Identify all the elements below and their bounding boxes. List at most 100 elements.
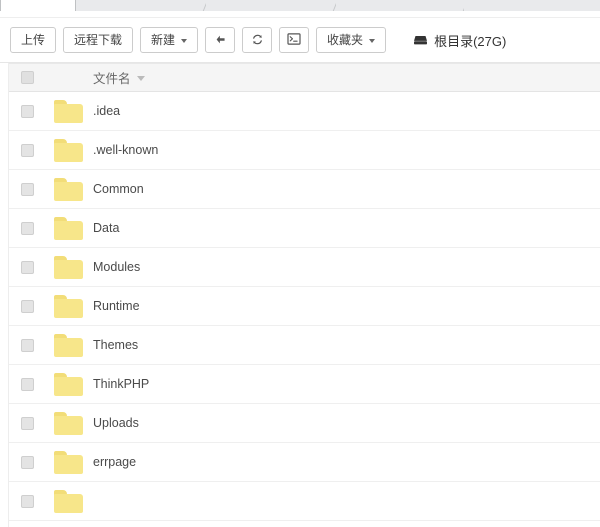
browser-tab-inactive-1[interactable] <box>76 0 206 11</box>
browser-tab-strip <box>0 0 600 11</box>
row-checkbox[interactable] <box>20 455 34 469</box>
table-row[interactable]: Data <box>9 209 600 248</box>
file-name-link[interactable]: errpage <box>93 455 136 469</box>
row-select-cell <box>9 104 45 118</box>
row-icon-cell <box>45 294 91 318</box>
row-icon-cell <box>45 411 91 435</box>
browser-tab-strip-filler <box>464 0 600 11</box>
table-row[interactable]: Modules <box>9 248 600 287</box>
table-row[interactable]: Runtime <box>9 287 600 326</box>
row-name-cell: Common <box>91 182 600 196</box>
favorites-button[interactable]: 收藏夹 <box>316 27 387 53</box>
row-checkbox[interactable] <box>20 143 34 157</box>
browser-tab-list <box>0 0 466 11</box>
row-select-cell <box>9 221 45 235</box>
row-icon-cell <box>45 450 91 474</box>
folder-icon <box>53 333 83 357</box>
row-name-cell: Uploads <box>91 416 600 430</box>
folder-icon <box>53 177 83 201</box>
caret-down-icon[interactable] <box>136 76 145 81</box>
file-name-link[interactable]: Data <box>93 221 119 235</box>
row-checkbox[interactable] <box>20 416 34 430</box>
file-name-link[interactable]: ThinkPHP <box>93 377 149 391</box>
row-name-cell: ThinkPHP <box>91 377 600 391</box>
table-row[interactable]: .idea <box>9 92 600 131</box>
file-name-link[interactable]: Themes <box>93 338 138 352</box>
row-checkbox[interactable] <box>20 221 34 235</box>
browser-tab-inactive-2[interactable] <box>206 0 336 11</box>
hard-disk-icon <box>413 34 428 47</box>
row-select-cell <box>9 260 45 274</box>
chevron-down-icon <box>369 39 376 43</box>
back-button[interactable] <box>205 27 236 53</box>
browser-tab-inactive-3[interactable] <box>336 0 466 11</box>
file-list-rows: .idea .well-known Common Data Modules Ru… <box>9 92 600 521</box>
row-select-cell <box>9 299 45 313</box>
row-checkbox[interactable] <box>20 299 34 313</box>
row-icon-cell <box>45 372 91 396</box>
table-row[interactable]: Uploads <box>9 404 600 443</box>
row-name-cell: Modules <box>91 260 600 274</box>
folder-icon <box>53 372 83 396</box>
new-button[interactable]: 新建 <box>140 27 199 53</box>
table-row[interactable]: .well-known <box>9 131 600 170</box>
browser-tab-active[interactable] <box>0 0 76 11</box>
row-name-cell: errpage <box>91 455 600 469</box>
row-select-cell <box>9 143 45 157</box>
terminal-icon <box>287 33 301 47</box>
row-select-cell <box>9 338 45 352</box>
row-name-cell: .idea <box>91 104 600 118</box>
remote-download-button-label: 远程下载 <box>74 33 123 47</box>
file-manager-toolbar: 上传 远程下载 新建 收藏夹 根目录(27G) <box>0 18 600 63</box>
new-button-label: 新建 <box>151 33 176 47</box>
table-row-partial[interactable] <box>9 482 600 521</box>
row-checkbox[interactable] <box>20 494 34 508</box>
row-select-cell <box>9 455 45 469</box>
file-name-link[interactable]: .well-known <box>93 143 158 157</box>
chevron-down-icon <box>181 39 188 43</box>
root-directory-indicator[interactable]: 根目录(27G) <box>413 31 506 50</box>
folder-icon <box>53 450 83 474</box>
row-icon-cell <box>45 99 91 123</box>
select-all-cell <box>9 71 45 84</box>
file-name-link[interactable]: Modules <box>93 260 140 274</box>
table-row[interactable]: Themes <box>9 326 600 365</box>
column-header-filename-label: 文件名 <box>93 72 131 86</box>
file-name-link[interactable]: Uploads <box>93 416 139 430</box>
row-select-cell <box>9 182 45 196</box>
folder-icon <box>53 99 83 123</box>
row-checkbox[interactable] <box>20 182 34 196</box>
row-select-cell <box>9 377 45 391</box>
upload-button[interactable]: 上传 <box>10 27 57 53</box>
row-icon-cell <box>45 177 91 201</box>
terminal-button[interactable] <box>279 27 310 53</box>
file-manager-app: 上传 远程下载 新建 收藏夹 根目录(27G) 文件名 .idea .well-… <box>0 0 600 527</box>
folder-icon <box>53 294 83 318</box>
row-icon-cell <box>45 489 91 513</box>
file-name-link[interactable]: Common <box>93 182 144 196</box>
upload-button-label: 上传 <box>21 33 46 47</box>
folder-icon <box>53 138 83 162</box>
row-icon-cell <box>45 255 91 279</box>
file-name-link[interactable]: .idea <box>93 104 120 118</box>
select-all-checkbox[interactable] <box>20 71 34 84</box>
row-checkbox[interactable] <box>20 104 34 118</box>
row-name-cell: Runtime <box>91 299 600 313</box>
table-row[interactable]: ThinkPHP <box>9 365 600 404</box>
row-checkbox[interactable] <box>20 338 34 352</box>
folder-icon <box>53 489 83 513</box>
folder-icon <box>53 255 83 279</box>
table-row[interactable]: errpage <box>9 443 600 482</box>
column-header-filename[interactable]: 文件名 <box>91 68 600 87</box>
row-checkbox[interactable] <box>20 377 34 391</box>
row-name-cell: .well-known <box>91 143 600 157</box>
folder-icon <box>53 216 83 240</box>
page-top-gap <box>0 11 600 18</box>
refresh-button[interactable] <box>242 27 273 53</box>
row-checkbox[interactable] <box>20 260 34 274</box>
remote-download-button[interactable]: 远程下载 <box>63 27 134 53</box>
row-select-cell <box>9 494 45 508</box>
file-name-link[interactable]: Runtime <box>93 299 140 313</box>
table-row[interactable]: Common <box>9 170 600 209</box>
refresh-icon <box>251 33 264 48</box>
